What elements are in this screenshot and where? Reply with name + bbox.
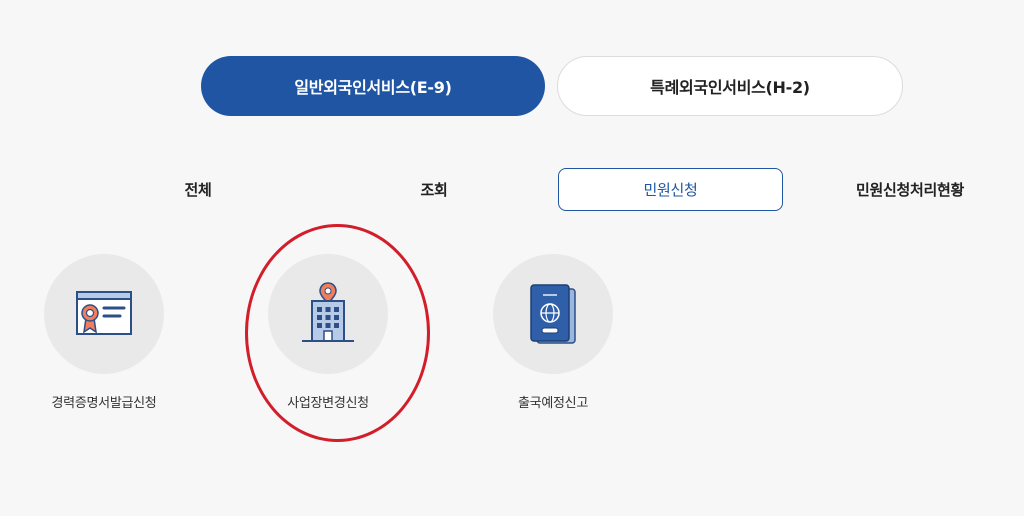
service-workplace-change-label: 사업장변경신청 — [287, 396, 369, 411]
general-foreigner-service-button[interactable]: 일반외국인서비스(E-9) — [201, 56, 545, 116]
building-icon — [302, 282, 354, 342]
tab-all-label: 전체 — [184, 181, 212, 199]
service-departure-report-label: 출국예정신고 — [518, 396, 588, 411]
tab-inquiry-label: 조회 — [420, 181, 448, 199]
special-foreigner-service-button[interactable]: 특례외국인서비스(H-2) — [557, 56, 903, 116]
service-icon-circle — [268, 254, 388, 374]
tab-civil-application[interactable]: 민원신청 — [558, 168, 783, 211]
special-foreigner-service-label: 특례외국인서비스(H-2) — [650, 78, 810, 97]
service-career-certificate-label: 경력증명서발급신청 — [51, 396, 157, 411]
service-departure-report[interactable]: 출국예정신고 — [463, 254, 643, 411]
tab-all[interactable]: 전체 — [150, 168, 246, 211]
service-workplace-change[interactable]: 사업장변경신청 — [238, 254, 418, 411]
certificate-icon — [76, 291, 132, 335]
tab-inquiry[interactable]: 조회 — [386, 168, 482, 211]
general-foreigner-service-label: 일반외국인서비스(E-9) — [294, 78, 452, 97]
tab-application-status-label: 민원신청처리현황 — [855, 181, 964, 199]
tab-civil-application-label: 민원신청 — [643, 181, 698, 199]
service-icon-circle — [493, 254, 613, 374]
passport-icon — [530, 284, 576, 344]
service-career-certificate[interactable]: 경력증명서발급신청 — [14, 254, 194, 411]
tab-application-status[interactable]: 민원신청처리현황 — [820, 168, 1000, 211]
service-icon-circle — [44, 254, 164, 374]
